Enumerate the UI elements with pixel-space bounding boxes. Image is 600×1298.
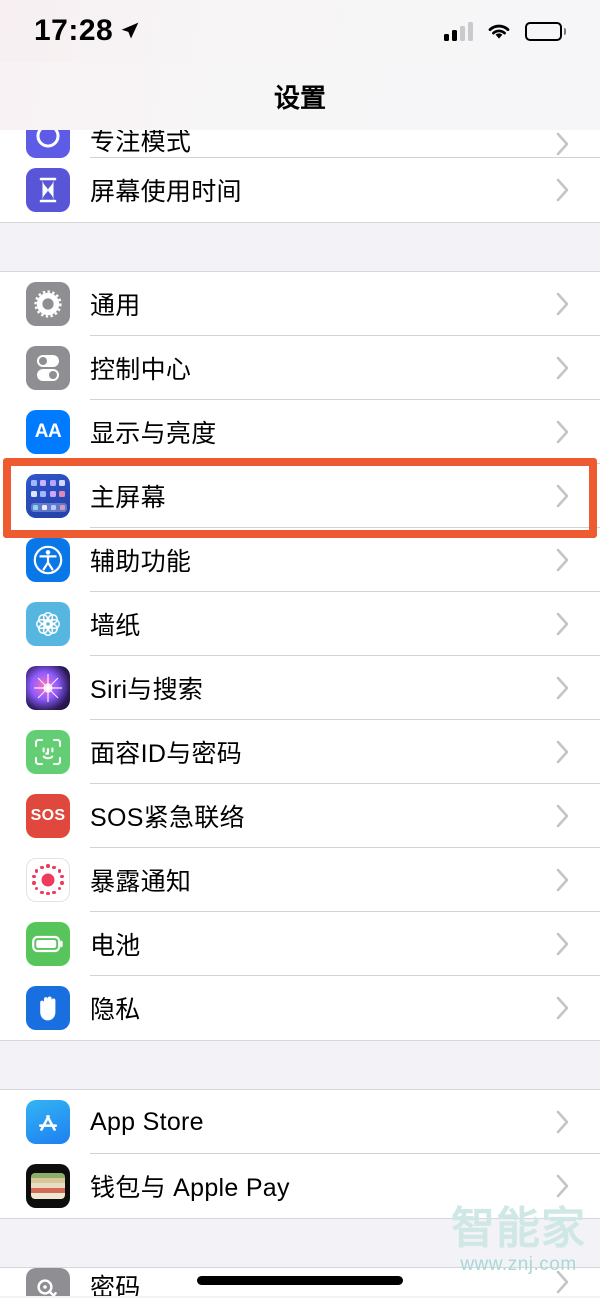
chevron-right-icon xyxy=(556,420,570,444)
settings-row-display-brightness[interactable]: AA 显示与亮度 xyxy=(0,400,600,464)
settings-list: 专注模式 屏幕使用时间 通用 控制中心 AA 显示与亮度 主屏幕 辅助功能 墙纸… xyxy=(0,130,600,1296)
settings-row-general[interactable]: 通用 xyxy=(0,272,600,336)
settings-row-privacy[interactable]: 隐私 xyxy=(0,976,600,1040)
settings-row-label: SOS紧急联络 xyxy=(90,804,245,832)
location-arrow-icon xyxy=(121,22,139,39)
settings-row-label: Siri与搜索 xyxy=(90,676,204,704)
settings-row-label: 隐私 xyxy=(90,996,141,1024)
chevron-right-icon xyxy=(556,932,570,956)
home-screen-dock xyxy=(31,503,67,512)
settings-row-label: 密码 xyxy=(90,1274,141,1296)
settings-row-label: 通用 xyxy=(90,292,141,320)
settings-row-label: 暴露通知 xyxy=(90,868,192,896)
home-indicator[interactable] xyxy=(197,1276,403,1285)
settings-group-screentime: 专注模式 屏幕使用时间 xyxy=(0,130,600,222)
chevron-right-icon xyxy=(556,292,570,316)
chevron-right-icon xyxy=(556,740,570,764)
key-icon xyxy=(26,1268,70,1296)
status-bar-clock: 17:28 xyxy=(34,14,114,47)
aa-text-icon: AA xyxy=(26,410,70,454)
page-title: 设置 xyxy=(273,82,326,113)
wifi-icon xyxy=(488,24,510,39)
settings-group-store: App Store 钱包与 Apple Pay xyxy=(0,1090,600,1218)
chevron-right-icon xyxy=(556,484,570,508)
settings-row-emergency-sos[interactable]: SOS SOS紧急联络 xyxy=(0,784,600,848)
settings-row-label: 辅助功能 xyxy=(90,548,192,576)
home-screen-app-grid xyxy=(31,480,67,512)
chevron-right-icon xyxy=(556,676,570,700)
app-store-icon xyxy=(26,1100,70,1144)
watermark-brand: 智能家 xyxy=(451,1204,586,1253)
watermark: 智能家 www.znj.com xyxy=(451,1207,586,1276)
exposure-notification-icon xyxy=(26,858,70,902)
chevron-right-icon xyxy=(556,868,570,892)
settings-group-system: 通用 控制中心 AA 显示与亮度 主屏幕 辅助功能 墙纸 Siri与搜索 面容I… xyxy=(0,272,600,1040)
settings-row-face-id-passcode[interactable]: 面容ID与密码 xyxy=(0,720,600,784)
siri-orb-icon xyxy=(26,666,70,710)
chevron-right-icon xyxy=(556,132,570,156)
settings-row-siri-search[interactable]: Siri与搜索 xyxy=(0,656,600,720)
toggles-icon xyxy=(26,346,70,390)
status-bar: 17:28 xyxy=(0,0,600,62)
sos-icon: SOS xyxy=(26,794,70,838)
hand-privacy-icon xyxy=(26,986,70,1030)
wallet-cards xyxy=(31,1173,65,1199)
exposure-ring xyxy=(32,864,64,896)
settings-screen: 17:28 设置 专注模式 屏幕使用时间 通用 控制中心 AA 显示与亮度 主屏… xyxy=(0,0,600,1298)
settings-row-accessibility[interactable]: 辅助功能 xyxy=(0,528,600,592)
watermark-url: www.znj.com xyxy=(460,1254,577,1275)
hourglass-icon xyxy=(26,168,70,212)
group-separator xyxy=(0,222,600,272)
home-screen-grid-icon xyxy=(26,474,70,518)
face-id-icon xyxy=(26,730,70,774)
chevron-right-icon xyxy=(556,804,570,828)
wallet-icon xyxy=(26,1164,70,1208)
battery-icon xyxy=(525,21,566,41)
chevron-right-icon xyxy=(556,548,570,572)
accessibility-icon xyxy=(26,538,70,582)
settings-row-battery[interactable]: 电池 xyxy=(0,912,600,976)
navigation-bar: 设置 xyxy=(0,62,600,130)
status-bar-left: 17:28 xyxy=(34,14,140,48)
settings-row-exposure-notifications[interactable]: 暴露通知 xyxy=(0,848,600,912)
chevron-right-icon xyxy=(556,1174,570,1198)
focus-mode-icon xyxy=(26,130,70,158)
settings-row-label: 面容ID与密码 xyxy=(90,740,243,768)
settings-row-label: 专注模式 xyxy=(90,130,192,156)
status-bar-right xyxy=(444,21,566,41)
settings-row-label: 控制中心 xyxy=(90,356,192,384)
chevron-right-icon xyxy=(556,996,570,1020)
cellular-signal-icon xyxy=(444,21,473,41)
settings-row-app-store[interactable]: App Store xyxy=(0,1090,600,1154)
group-separator xyxy=(0,1040,600,1090)
settings-row-control-center[interactable]: 控制中心 xyxy=(0,336,600,400)
settings-row-label: 主屏幕 xyxy=(90,484,166,512)
settings-row-home-screen[interactable]: 主屏幕 xyxy=(0,464,600,528)
settings-row-screen-time[interactable]: 屏幕使用时间 xyxy=(0,158,600,222)
chevron-right-icon xyxy=(556,356,570,380)
battery-icon xyxy=(26,922,70,966)
settings-row-focus[interactable]: 专注模式 xyxy=(0,130,600,158)
settings-row-label: 墙纸 xyxy=(90,612,141,640)
flower-wallpaper-icon xyxy=(26,602,70,646)
settings-row-label: 钱包与 Apple Pay xyxy=(90,1174,290,1202)
chevron-right-icon xyxy=(556,612,570,636)
gear-icon xyxy=(26,282,70,326)
settings-row-wallpaper[interactable]: 墙纸 xyxy=(0,592,600,656)
settings-row-label: 屏幕使用时间 xyxy=(90,178,242,206)
settings-row-label: 显示与亮度 xyxy=(90,420,217,448)
chevron-right-icon xyxy=(556,1110,570,1134)
settings-row-label: 电池 xyxy=(90,932,141,960)
settings-row-label: App Store xyxy=(90,1107,204,1136)
chevron-right-icon xyxy=(556,178,570,202)
